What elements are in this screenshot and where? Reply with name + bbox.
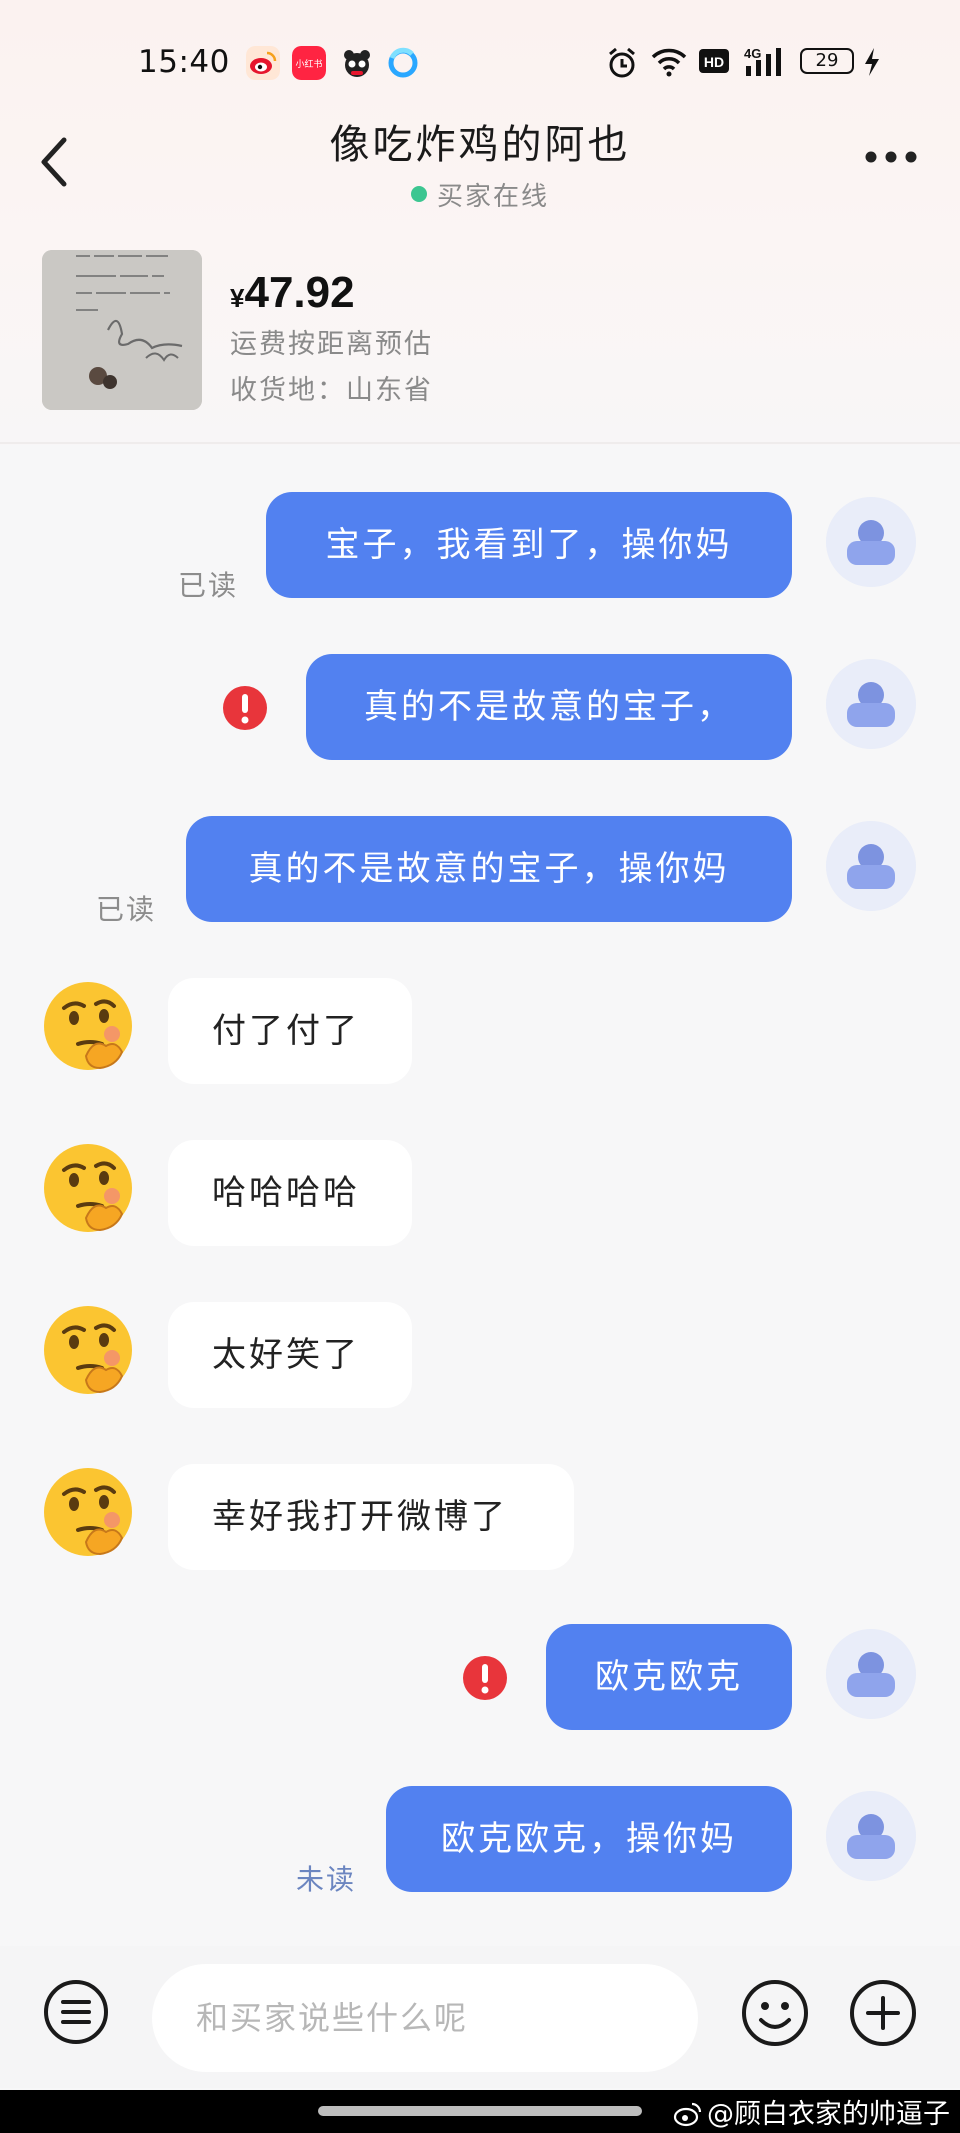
product-image	[42, 250, 202, 410]
self-avatar[interactable]	[826, 821, 916, 911]
watermark: @顾白衣家的帅逼子	[673, 2092, 950, 2131]
send-failed-icon[interactable]	[222, 685, 268, 731]
outgoing-message-bubble[interactable]: 宝子，我看到了，操你妈	[266, 492, 792, 598]
self-avatar[interactable]	[826, 1629, 916, 1719]
unread-status: 未读	[296, 1863, 357, 1896]
product-thumbnail[interactable]	[42, 250, 202, 410]
panda-app-icon	[344, 50, 370, 77]
status-time: 15:40	[138, 44, 230, 80]
wifi-icon	[651, 48, 687, 77]
chat-title: 像吃炸鸡的阿也	[329, 122, 631, 168]
hd-icon: HD	[699, 49, 729, 73]
incoming-message-bubble[interactable]: 哈哈哈哈	[168, 1140, 412, 1246]
alarm-icon	[609, 47, 635, 78]
incoming-message-bubble[interactable]: 付了付了	[168, 978, 412, 1084]
price-value: 47.92	[244, 268, 355, 317]
self-avatar[interactable]	[826, 659, 916, 749]
svg-text:4G: 4G	[744, 46, 761, 61]
send-failed-icon[interactable]	[462, 1655, 508, 1701]
emoji-icon[interactable]	[740, 1978, 810, 2048]
svg-text:HD: HD	[704, 54, 724, 70]
buyer-avatar-thinking-emoji[interactable]	[40, 978, 136, 1074]
buyer-avatar-thinking-emoji[interactable]	[40, 1464, 136, 1560]
outgoing-message-bubble[interactable]: 欧克欧克	[546, 1624, 792, 1730]
shipping-note: 运费按距离预估	[230, 329, 433, 360]
read-status: 已读	[96, 893, 157, 926]
online-dot	[410, 186, 427, 202]
svg-text:小红书: 小红书	[295, 58, 322, 70]
battery-icon: 29	[800, 48, 854, 74]
online-status: 买家在线	[0, 176, 960, 213]
weibo-icon	[246, 46, 280, 80]
more-options-icon[interactable]	[864, 150, 918, 164]
home-indicator[interactable]	[318, 2106, 642, 2116]
status-bar: 15:40 小红书 HD 4G 29	[0, 36, 960, 92]
buyer-avatar-thinking-emoji[interactable]	[40, 1302, 136, 1398]
header-divider	[0, 442, 960, 444]
chat-screen: 15:40 小红书 HD 4G 29 像吃炸鸡的阿也 买家在线 ¥47.92 运…	[0, 0, 960, 2133]
message-input[interactable]	[152, 1964, 698, 2072]
outgoing-message-bubble[interactable]: 真的不是故意的宝子，	[306, 654, 792, 760]
read-status: 已读	[178, 569, 239, 602]
incoming-message-bubble[interactable]: 太好笑了	[168, 1302, 412, 1408]
browser-icon	[388, 47, 418, 78]
online-text: 买家在线	[436, 182, 549, 212]
charging-icon	[865, 48, 879, 76]
weibo-watermark-icon	[673, 2102, 702, 2127]
menu-icon[interactable]	[42, 1978, 110, 2046]
currency-symbol: ¥	[230, 283, 245, 313]
xiaohongshu-icon: 小红书	[292, 46, 326, 80]
buyer-avatar-thinking-emoji[interactable]	[40, 1140, 136, 1236]
signal-4g-icon: 4G	[744, 46, 781, 76]
watermark-text: @顾白衣家的帅逼子	[707, 2099, 950, 2130]
product-price: ¥47.92	[230, 268, 355, 318]
incoming-message-bubble[interactable]: 幸好我打开微博了	[168, 1464, 574, 1570]
self-avatar[interactable]	[826, 1791, 916, 1881]
self-avatar[interactable]	[826, 497, 916, 587]
outgoing-message-bubble[interactable]: 真的不是故意的宝子，操你妈	[186, 816, 792, 922]
delivery-destination: 收货地：山东省	[230, 375, 433, 406]
outgoing-message-bubble[interactable]: 欧克欧克，操你妈	[386, 1786, 792, 1892]
plus-icon[interactable]	[848, 1978, 918, 2048]
